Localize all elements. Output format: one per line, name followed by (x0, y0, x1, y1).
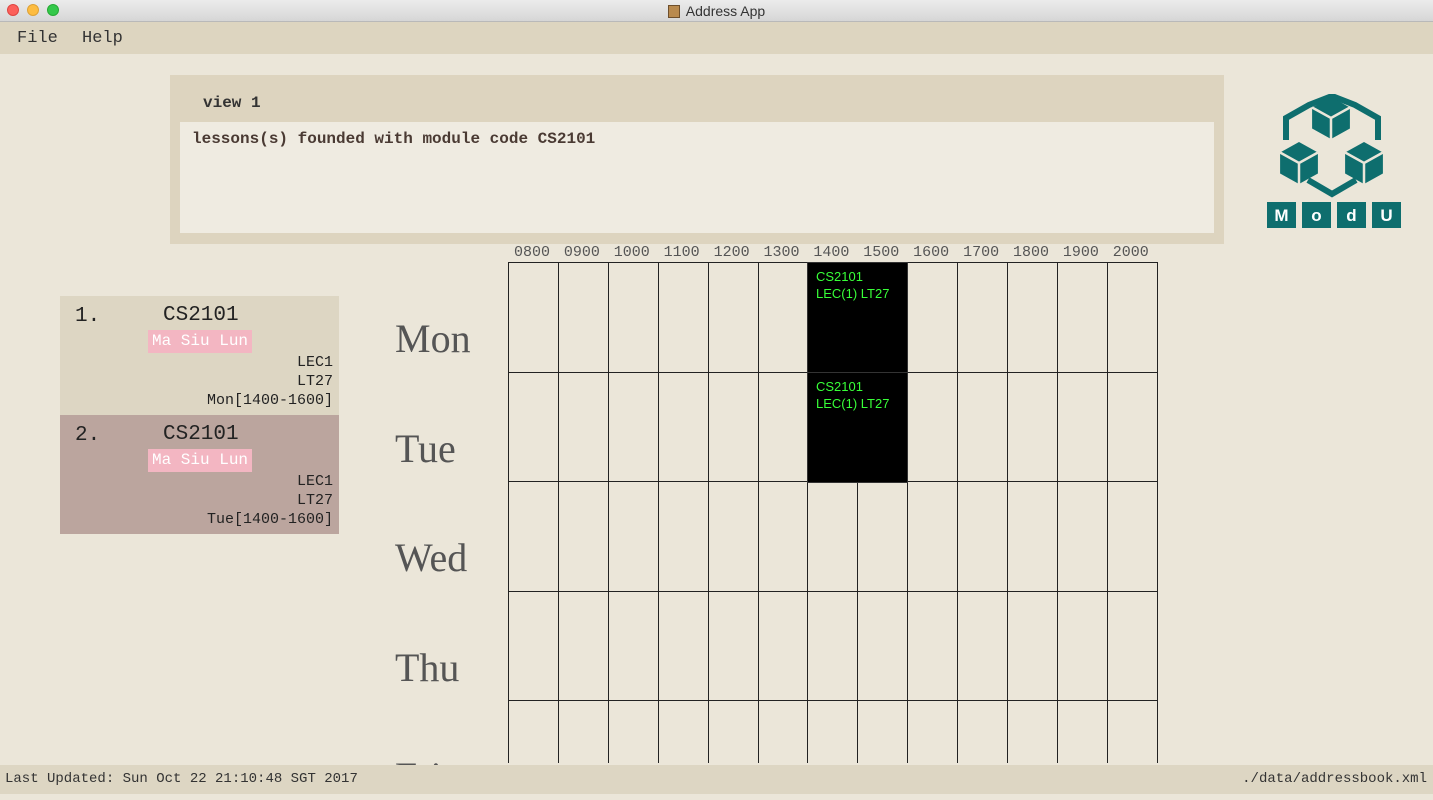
lesson-block-code: CS2101 (816, 379, 863, 394)
lesson-code: CS2101 (163, 304, 239, 327)
cube-icon (1279, 142, 1319, 184)
lesson-card[interactable]: 2. CS2101 Ma Siu Lun LEC1 LT27 Tue[1400-… (60, 415, 339, 534)
time-label: 1300 (763, 244, 800, 261)
time-label: 1200 (713, 244, 750, 261)
result-message: lessons(s) founded with module code CS21… (192, 130, 596, 148)
timetable-lesson-block[interactable]: CS2101 LEC(1) LT27 (807, 262, 908, 373)
grid-line (658, 262, 659, 763)
title-bar: Address App (0, 0, 1433, 22)
menu-file[interactable]: File (17, 29, 58, 48)
time-label: 0900 (563, 244, 600, 261)
lecturer-tag: Ma Siu Lun (148, 330, 253, 353)
lesson-time: Tue[1400-1600] (206, 511, 333, 528)
lesson-type: LEC1 (296, 473, 333, 490)
lesson-block-info: LEC(1) LT27 (816, 286, 890, 301)
lesson-block-code: CS2101 (816, 269, 863, 284)
time-label: 1900 (1062, 244, 1099, 261)
timetable-grid: CS2101 LEC(1) LT27 CS2101 LEC(1) LT27 (508, 262, 1158, 763)
grid-line (508, 700, 1158, 701)
time-label: 1100 (663, 244, 700, 261)
grid-line (1157, 262, 1158, 763)
time-label: 2000 (1112, 244, 1149, 261)
result-panel: view 1 lessons(s) founded with module co… (170, 75, 1224, 244)
result-display[interactable]: lessons(s) founded with module code CS21… (180, 122, 1214, 233)
time-label: 1700 (963, 244, 1000, 261)
lesson-venue: LT27 (296, 373, 333, 390)
address-book-icon (667, 5, 680, 18)
status-bar: Last Updated: Sun Oct 22 21:10:48 SGT 20… (0, 765, 1433, 794)
time-label: 1400 (813, 244, 850, 261)
last-updated-status: Last Updated: Sun Oct 22 21:10:48 SGT 20… (5, 771, 358, 787)
time-label: 1800 (1012, 244, 1049, 261)
lesson-code: CS2101 (163, 423, 239, 446)
day-label: Mon (395, 316, 471, 361)
grid-line (758, 262, 759, 763)
grid-line (608, 262, 609, 763)
grid-line (1057, 262, 1058, 763)
lesson-time: Mon[1400-1600] (206, 392, 333, 409)
lesson-index: 1. (75, 305, 101, 328)
timetable-lesson-block[interactable]: CS2101 LEC(1) LT27 (807, 372, 908, 483)
save-location-status: ./data/addressbook.xml (1242, 771, 1427, 787)
grid-line (1007, 262, 1008, 763)
logo-letter: M (1274, 206, 1288, 225)
grid-line (508, 591, 1158, 592)
view-label: view 1 (203, 94, 261, 112)
time-label: 1000 (613, 244, 650, 261)
time-label: 1500 (863, 244, 900, 261)
modu-logo: Mo d U (1267, 94, 1401, 228)
menu-bar: File Help (0, 22, 1433, 54)
lesson-block-info: LEC(1) LT27 (816, 396, 890, 411)
time-label: 0800 (513, 244, 550, 261)
day-label: Tue (395, 425, 456, 471)
day-label: Thu (395, 644, 460, 690)
logo-letter: o (1311, 206, 1321, 225)
grid-line (1107, 262, 1108, 763)
lecturer-tag: Ma Siu Lun (148, 449, 253, 472)
lesson-index: 2. (75, 424, 101, 447)
logo-letter: U (1380, 206, 1392, 225)
window-title: Address App (0, 3, 1433, 19)
logo-letter: d (1346, 206, 1356, 225)
lesson-venue: LT27 (296, 492, 333, 509)
grid-line (508, 262, 509, 763)
menu-help[interactable]: Help (82, 29, 123, 48)
lesson-card[interactable]: 1. CS2101 Ma Siu Lun LEC1 LT27 Mon[1400-… (60, 296, 339, 415)
day-label: Wed (395, 535, 468, 580)
grid-line (957, 262, 958, 763)
lesson-type: LEC1 (296, 354, 333, 371)
grid-line (558, 262, 559, 763)
window-title-text: Address App (685, 3, 766, 19)
cube-icon (1344, 142, 1384, 184)
grid-line (708, 262, 709, 763)
time-label: 1600 (913, 244, 950, 261)
